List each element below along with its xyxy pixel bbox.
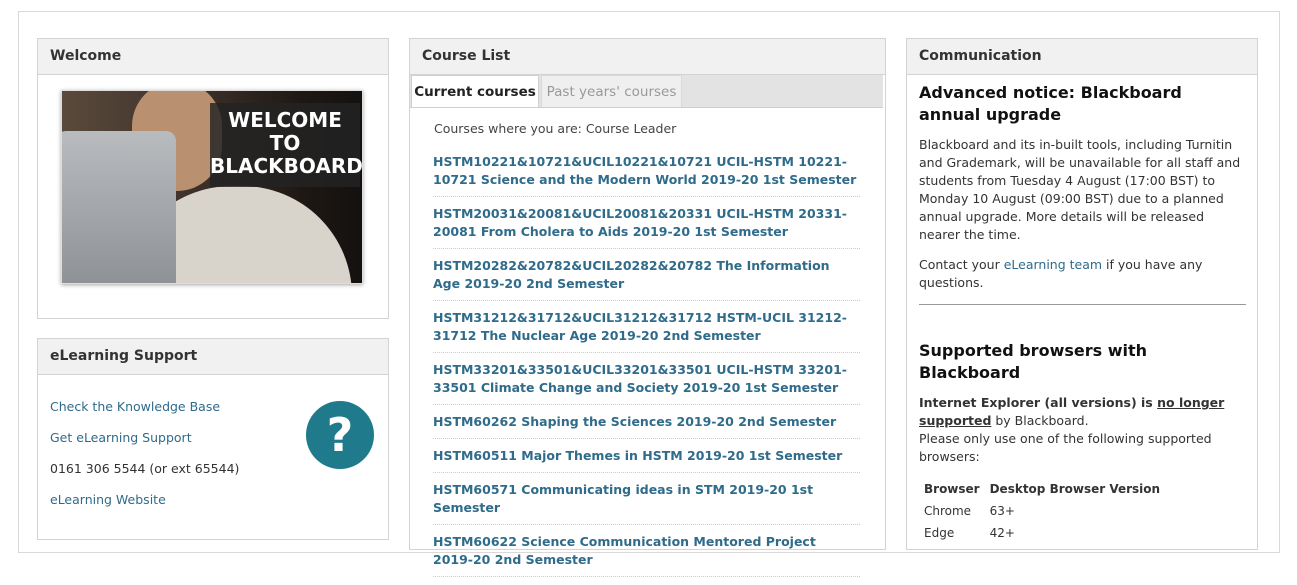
course-link[interactable]: HSTM60511 Major Themes in HSTM 2019-20 1… (433, 447, 860, 473)
question-mark-icon[interactable]: ? (306, 401, 374, 469)
communication-module: Communication Advanced notice: Blackboar… (906, 38, 1258, 550)
welcome-title: Welcome (38, 39, 388, 75)
course-link[interactable]: HSTM31212&31712&UCIL31212&31712 HSTM-UCI… (433, 309, 860, 353)
contact-text: Contact your eLearning team if you have … (919, 257, 1203, 290)
get-support-link[interactable]: Get eLearning Support (50, 430, 192, 445)
welcome-banner-caption: WELCOME TO BLACKBOARD (210, 103, 363, 187)
table-row: Chrome 63+ (924, 504, 1015, 518)
welcome-banner-image: WELCOME TO BLACKBOARD (61, 90, 363, 284)
knowledge-base-link[interactable]: Check the Knowledge Base (50, 399, 220, 414)
support-phone: 0161 306 5544 (or ext 65544) (50, 461, 240, 476)
elearning-website-link[interactable]: eLearning Website (50, 492, 166, 507)
course-link[interactable]: HSTM20282&20782&UCIL20282&20782 The Info… (433, 257, 860, 301)
support-links: Check the Knowledge Base Get eLearning S… (50, 399, 239, 523)
divider (919, 304, 1246, 305)
table-header: Browser (924, 482, 980, 496)
course-link[interactable]: HSTM33201&33501&UCIL33201&33501 UCIL-HST… (433, 361, 860, 405)
table-row: Edge 42+ (924, 526, 1015, 540)
ie-notice: Internet Explorer (all versions) is no l… (919, 395, 1225, 464)
tab-current-courses[interactable]: Current courses (411, 75, 539, 107)
browsers-heading: Supported browsers with Blackboard (919, 341, 1148, 382)
laptop-image (62, 131, 176, 283)
tab-past-courses[interactable]: Past years' courses (541, 75, 682, 107)
notice-heading: Advanced notice: Blackboard annual upgra… (919, 83, 1182, 124)
table-header: Desktop Browser Version (989, 482, 1161, 496)
communication-title: Communication (907, 39, 1257, 75)
course-link[interactable]: HSTM10221&10721&UCIL10221&10721 UCIL-HST… (433, 153, 860, 197)
welcome-module: Welcome WELCOME TO BLACKBOARD (37, 38, 389, 319)
elearning-team-link[interactable]: eLearning team (1004, 257, 1102, 272)
notice-body: Blackboard and its in-built tools, inclu… (919, 137, 1241, 242)
course-list-title: Course List (410, 39, 885, 75)
course-link[interactable]: HSTM60262 Shaping the Sciences 2019-20 2… (433, 413, 860, 439)
course-link[interactable]: HSTM60622 Science Communication Mentored… (433, 533, 860, 577)
course-link[interactable]: HSTM60571 Communicating ideas in STM 201… (433, 481, 860, 525)
communication-body: Advanced notice: Blackboard annual upgra… (919, 82, 1246, 546)
use-browsers-text: Please only use one of the following sup… (919, 431, 1212, 464)
course-role-text: Courses where you are: Course Leader (434, 121, 677, 136)
browser-table: Browser Desktop Browser Version Chrome 6… (919, 480, 1165, 546)
course-list: HSTM10221&10721&UCIL10221&10721 UCIL-HST… (433, 153, 860, 585)
course-tabs: Current courses Past years' courses (410, 75, 883, 108)
support-title: eLearning Support (38, 339, 388, 375)
banner-line-1: WELCOME (228, 108, 342, 132)
banner-line-2: TO (269, 131, 301, 155)
banner-line-3: BLACKBOARD (210, 154, 363, 178)
course-list-module: Course List Current courses Past years' … (409, 38, 886, 577)
elearning-support-module: eLearning Support Check the Knowledge Ba… (37, 338, 389, 540)
course-link[interactable]: HSTM20031&20081&UCIL20081&20331 UCIL-HST… (433, 205, 860, 249)
